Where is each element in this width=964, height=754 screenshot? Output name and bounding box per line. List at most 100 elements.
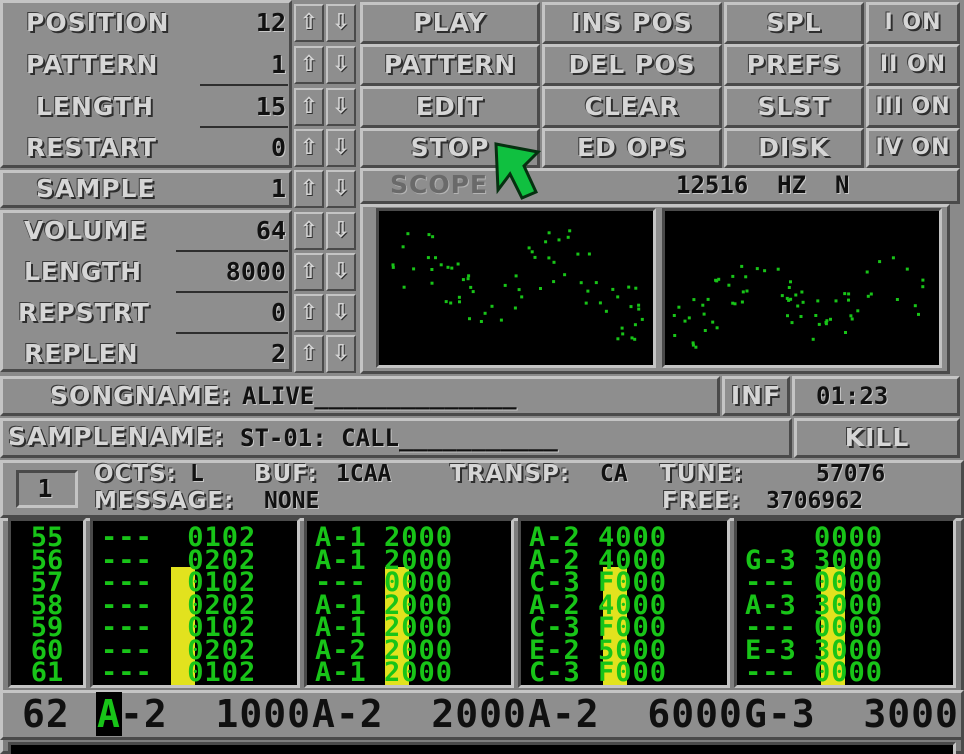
- scope-dot: [847, 292, 851, 296]
- inf-button[interactable]: INF: [722, 376, 790, 416]
- scope-dot: [849, 314, 853, 318]
- scope-dot: [503, 283, 507, 287]
- sample-length-down-arrow-icon[interactable]: ⇩: [326, 253, 356, 291]
- song-length-label: LENGTH: [36, 92, 154, 121]
- scope-dot: [702, 312, 706, 316]
- pattern-down-arrow-icon[interactable]: ⇩: [326, 46, 356, 84]
- scope-dot: [391, 265, 395, 269]
- ins-pos-button[interactable]: INS POS: [542, 2, 722, 44]
- scope-dot: [563, 273, 567, 277]
- message-label: MESSAGE:: [94, 488, 235, 514]
- scope-left: [376, 208, 656, 368]
- replen-up-arrow-icon[interactable]: ⇧: [294, 335, 324, 373]
- scope-dot: [490, 304, 494, 308]
- current-row-track-4[interactable]: G-3 3000: [744, 690, 959, 738]
- current-row-track-2[interactable]: A-2 2000: [312, 690, 527, 738]
- scope-dot: [552, 260, 556, 264]
- position-up-arrow-icon[interactable]: ⇧: [294, 4, 324, 42]
- scope-dot: [780, 294, 784, 298]
- scope-dot: [776, 267, 780, 271]
- position-value: 12: [255, 8, 286, 37]
- volume-underline: [176, 250, 288, 252]
- pattern-up-arrow-icon[interactable]: ⇧: [294, 46, 324, 84]
- channel-1-toggle[interactable]: I ON: [866, 2, 960, 44]
- repstrt-up-arrow-icon[interactable]: ⇧: [294, 294, 324, 332]
- sample-label: SAMPLE: [36, 174, 156, 203]
- track-1[interactable]: --- 0102 --- 0202 --- 0102 --- 0202 --- …: [90, 518, 300, 688]
- scope-dot: [755, 267, 759, 271]
- scope-dot: [744, 275, 748, 279]
- scope-dot: [430, 281, 434, 285]
- sample-length-up-arrow-icon[interactable]: ⇧: [294, 253, 324, 291]
- slst-button[interactable]: SLST: [724, 86, 864, 128]
- scope-dot: [557, 238, 561, 242]
- samplename-field[interactable]: ST-01: CALL___________: [240, 420, 558, 456]
- pattern-button[interactable]: PATTERN: [360, 44, 540, 86]
- kill-button[interactable]: KILL: [794, 418, 960, 458]
- channel-2-toggle[interactable]: II ON: [866, 44, 960, 86]
- current-row-track-1[interactable]: -2 1000: [120, 690, 311, 738]
- scope-dot: [467, 274, 471, 278]
- repstrt-down-arrow-icon[interactable]: ⇩: [326, 294, 356, 332]
- track-3[interactable]: A-2 4000 A-2 4000 C-3 F000 A-2 4000 C-3 …: [518, 518, 730, 688]
- current-row-track-3[interactable]: A-2 6000: [528, 690, 743, 738]
- scope-dot: [801, 300, 805, 304]
- spl-button[interactable]: SPL: [724, 2, 864, 44]
- position-label: POSITION: [26, 8, 170, 37]
- scope-dot: [621, 332, 625, 336]
- disk-button[interactable]: DISK: [724, 128, 864, 168]
- track-4[interactable]: 0000 G-3 3000 --- 0000 A-3 3000 --- 0000…: [734, 518, 956, 688]
- scope-dot: [434, 256, 437, 260]
- scope-dot: [461, 278, 465, 282]
- scope-dot: [457, 295, 461, 299]
- replen-down-arrow-icon[interactable]: ⇩: [326, 335, 356, 373]
- ed-ops-button[interactable]: ED OPS: [542, 128, 722, 168]
- scope-dot: [829, 317, 832, 321]
- channel-4-toggle[interactable]: IV ON: [866, 128, 960, 168]
- restart-down-arrow-icon[interactable]: ⇩: [326, 129, 356, 167]
- clear-button[interactable]: CLEAR: [542, 86, 722, 128]
- protracker-window: POSITION 12 PATTERN 1 LENGTH 15 RESTART …: [0, 0, 964, 754]
- scope-dot: [430, 268, 434, 271]
- scope-dot: [844, 331, 847, 334]
- del-pos-button[interactable]: DEL POS: [542, 44, 722, 86]
- channel-3-toggle[interactable]: III ON: [866, 86, 960, 128]
- scope-dot: [731, 274, 735, 278]
- length-down-arrow-icon[interactable]: ⇩: [326, 88, 356, 126]
- length-up-arrow-icon[interactable]: ⇧: [294, 88, 324, 126]
- track-2[interactable]: A-1 2000 A-1 2000 --- 0000 A-1 2000 A-1 …: [304, 518, 514, 688]
- scope-dot: [552, 280, 556, 284]
- scope-dot: [412, 267, 416, 271]
- scope-dot: [796, 304, 800, 308]
- scope-dot: [586, 289, 590, 293]
- scope-dot: [547, 256, 551, 260]
- sample-down-arrow-icon[interactable]: ⇩: [326, 170, 356, 208]
- replen-value: 2: [270, 339, 286, 368]
- scope-frequency: 12516 HZ N: [676, 171, 850, 199]
- scope-dot: [633, 323, 637, 327]
- songname-field[interactable]: ALIVE______________: [242, 378, 517, 414]
- restart-up-arrow-icon[interactable]: ⇧: [294, 129, 324, 167]
- position-down-arrow-icon[interactable]: ⇩: [326, 4, 356, 42]
- volume-up-arrow-icon[interactable]: ⇧: [294, 212, 324, 250]
- play-button[interactable]: PLAY: [360, 2, 540, 44]
- volume-down-arrow-icon[interactable]: ⇩: [326, 212, 356, 250]
- scope-dot: [763, 269, 767, 273]
- scope-dot: [627, 285, 631, 289]
- octave-box[interactable]: 1: [16, 470, 78, 508]
- edit-button[interactable]: EDIT: [360, 86, 540, 128]
- scope-dot: [850, 317, 854, 321]
- scope-dot: [745, 289, 749, 293]
- scope-dot: [740, 300, 744, 304]
- scope-dot: [677, 305, 681, 309]
- scope-dot: [598, 301, 602, 305]
- scope-dot: [895, 298, 899, 301]
- edit-cursor[interactable]: A: [96, 692, 122, 736]
- scope-dot: [834, 299, 838, 303]
- pattern-label: PATTERN: [26, 50, 159, 79]
- scope-dot: [640, 317, 644, 321]
- sample-up-arrow-icon[interactable]: ⇧: [294, 170, 324, 208]
- prefs-button[interactable]: PREFS: [724, 44, 864, 86]
- song-length-value: 15: [255, 92, 286, 121]
- scope-dot: [469, 285, 473, 289]
